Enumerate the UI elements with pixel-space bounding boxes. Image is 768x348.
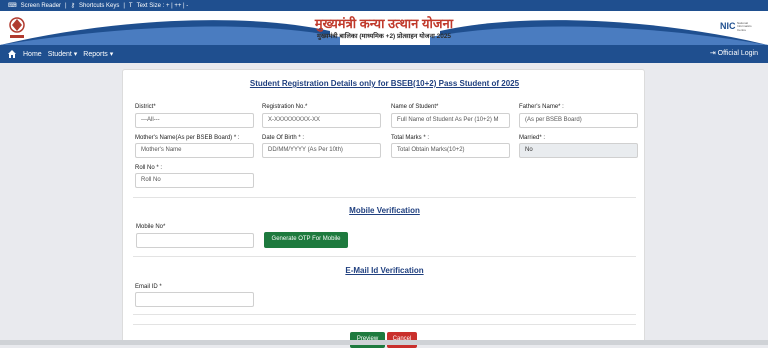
nic-logo-text: NIC: [720, 21, 736, 31]
dob-input[interactable]: DD/MM/YYYY (As Per 10th): [262, 143, 381, 158]
total-marks-label: Total Marks * :: [391, 135, 430, 141]
divider: |: [123, 2, 125, 9]
divider: [133, 314, 636, 315]
official-login-label: Official Login: [717, 50, 758, 57]
registration-form-card: Student Registration Details only for BS…: [122, 69, 645, 348]
main-navbar: Home Student ▾ Reports ▾ ⇥ Official Logi…: [0, 45, 768, 63]
screen-reader-icon[interactable]: ⌨: [8, 2, 17, 9]
student-name-label: Name of Student*: [391, 104, 439, 110]
shortcut-keys-link[interactable]: Shortcuts Keys: [79, 3, 119, 9]
nav-student-dropdown[interactable]: Student ▾: [48, 50, 78, 58]
site-header: मुख्यमंत्री कन्या उत्थान योजना मुख्यमंत्…: [0, 11, 768, 45]
mother-name-input[interactable]: Mother's Name: [135, 143, 254, 158]
registration-no-label: Registration No.*: [262, 104, 308, 110]
divider: [133, 324, 636, 325]
scheme-title: मुख्यमंत्री कन्या उत्थान योजना: [314, 16, 454, 31]
accessibility-bar: ⌨ Screen Reader | ⚷ Shortcuts Keys | T T…: [0, 0, 768, 11]
key-icon: ⚷: [70, 3, 75, 9]
screen-reader-link[interactable]: Screen Reader: [21, 3, 61, 9]
married-field: No: [519, 143, 638, 158]
father-name-label: Father's Name* :: [519, 104, 564, 110]
email-verification-title: E-Mail Id Verification: [345, 266, 424, 275]
father-name-input[interactable]: (As per BSEB Board): [519, 113, 638, 128]
district-select[interactable]: ---All---: [135, 113, 254, 128]
login-icon: ⇥: [709, 50, 716, 57]
mobile-no-label: Mobile No*: [136, 224, 166, 230]
roll-no-label: Roll No * :: [135, 165, 163, 171]
window-bottom-edge: [0, 340, 768, 345]
divider: [133, 197, 636, 198]
married-label: Married* :: [519, 135, 546, 141]
text-size-icon: T: [128, 2, 133, 9]
text-size-control[interactable]: Text Size : + | ++ | -: [137, 3, 189, 9]
registration-no-input[interactable]: X-XXXXXXXXX-XX: [262, 113, 381, 128]
divider: |: [65, 2, 67, 9]
roll-no-input[interactable]: Roll No: [135, 173, 254, 188]
generate-otp-button[interactable]: Generate OTP For Mobile: [264, 232, 348, 248]
official-login-link[interactable]: ⇥ Official Login: [710, 49, 758, 57]
district-label: District*: [135, 104, 156, 110]
mobile-verification-title: Mobile Verification: [349, 206, 420, 215]
mobile-no-input[interactable]: [136, 233, 254, 248]
email-id-label: Email ID *: [135, 284, 162, 290]
dob-label: Date Of Birth * :: [262, 135, 305, 141]
total-marks-input[interactable]: Total Obtain Marks(10+2): [391, 143, 510, 158]
scheme-subtitle: मुख्यमंत्री बालिका (माध्यमिक +2) प्रोत्स…: [316, 33, 452, 40]
nic-logo-subtext: National Informatics Centre: [737, 21, 752, 32]
divider: [133, 256, 636, 257]
email-id-input[interactable]: [135, 292, 254, 307]
student-name-input[interactable]: Full Name of Student As Per (10+2) M: [391, 113, 510, 128]
nav-home[interactable]: Home: [23, 51, 42, 58]
nav-reports-dropdown[interactable]: Reports ▾: [83, 50, 113, 58]
form-title: Student Registration Details only for BS…: [249, 79, 520, 88]
mother-name-label: Mother's Name(As per BSEB Board) * :: [135, 135, 240, 141]
home-icon[interactable]: [7, 49, 17, 59]
nic-logo: NIC National Informatics Centre: [720, 20, 758, 36]
